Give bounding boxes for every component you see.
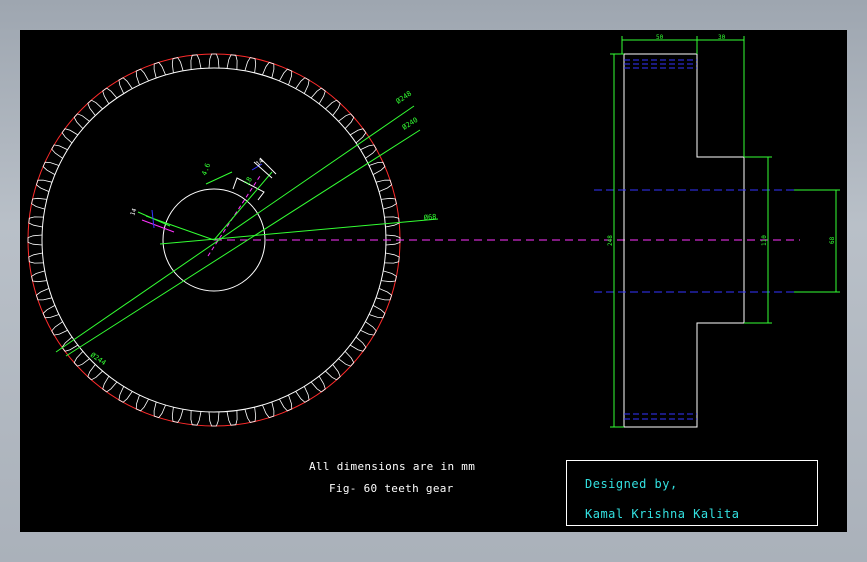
- gear-tooth: [279, 68, 293, 86]
- key-label-right: 14: [255, 157, 265, 167]
- tip-diameter-leader: [55, 105, 415, 353]
- gear-tooth: [190, 410, 202, 426]
- gear-tooth: [135, 394, 149, 412]
- gear-tooth: [118, 386, 133, 403]
- gear-tooth: [135, 68, 149, 86]
- tip-diameter-label: Ø248: [395, 90, 413, 106]
- gear-side-view: 50 30 248 110 68: [594, 34, 840, 428]
- gear-tooth: [87, 99, 103, 116]
- gear-tooth: [295, 77, 310, 94]
- drawing-canvas[interactable]: Ø248 Ø240 Ø68 Ø244 18 4.6 14 14 50 30 24…: [20, 30, 847, 532]
- gear-tooth: [27, 234, 43, 246]
- gear-tooth: [87, 364, 103, 381]
- designer-name: Kamal Krishna Kalita: [585, 507, 740, 521]
- gear-tooth: [368, 305, 386, 319]
- keyway-depth-label: 4.6: [200, 162, 212, 177]
- hub-height-label: 110: [761, 235, 768, 246]
- root-diameter-label: Ø244: [89, 351, 107, 367]
- gear-tooth: [310, 87, 326, 105]
- gear-tooth: [102, 87, 118, 105]
- gear-tooth: [190, 54, 202, 70]
- cad-drawing: Ø248 Ø240 Ø68 Ø244 18 4.6 14 14 50 30 24…: [27, 34, 840, 428]
- hub-width-label: 30: [718, 34, 726, 41]
- gear-tooth: [338, 113, 355, 129]
- gear-tooth: [360, 144, 377, 159]
- gear-tooth: [208, 411, 220, 427]
- gear-tooth: [368, 161, 386, 175]
- bore-height-label: 68: [829, 236, 836, 244]
- gear-tooth: [338, 351, 355, 367]
- gear-tooth: [208, 53, 220, 69]
- gear-tooth: [384, 216, 400, 228]
- gear-tooth: [118, 77, 133, 94]
- gear-tooth: [51, 144, 68, 159]
- gear-tooth: [102, 375, 118, 393]
- gear-tooth: [73, 351, 90, 367]
- gear-tooth: [349, 336, 367, 352]
- gear-tooth: [325, 99, 341, 116]
- title-block: Designed by, Kamal Krishna Kalita: [566, 460, 818, 526]
- gear-front-view: Ø248 Ø240 Ø68 Ø244 18 4.6 14 14: [27, 53, 800, 427]
- gear-tooth: [42, 161, 60, 175]
- gear-tooth: [325, 364, 341, 381]
- bore-diameter-label: Ø68: [423, 213, 436, 222]
- figure-caption: Fig- 60 teeth gear: [329, 482, 454, 495]
- pitch-diameter-label: Ø240: [401, 116, 420, 132]
- gear-tooth: [73, 113, 90, 129]
- gear-tooth: [384, 252, 400, 264]
- face-width-label: 50: [656, 34, 664, 41]
- gear-tooth: [279, 394, 293, 412]
- dimensions-note: All dimensions are in mm: [309, 460, 476, 473]
- pitch-diameter-leader: [65, 129, 421, 357]
- keyway-width-label: 18: [243, 176, 254, 187]
- outer-height-label: 248: [607, 235, 614, 246]
- gear-tooth: [310, 375, 326, 393]
- gear-tooth: [360, 321, 377, 336]
- gear-tooth: [295, 386, 310, 403]
- gear-tooth: [28, 216, 44, 228]
- gear-tooth: [28, 252, 44, 264]
- designed-by-label: Designed by,: [585, 477, 678, 491]
- gear-tooth: [226, 54, 238, 70]
- keyway-width-dim: [205, 171, 233, 185]
- key-label-left: 14: [129, 207, 138, 217]
- gear-tooth: [42, 305, 60, 319]
- gear-tooth: [226, 410, 238, 426]
- gear-tooth: [61, 128, 79, 144]
- gear-tooth: [51, 321, 68, 336]
